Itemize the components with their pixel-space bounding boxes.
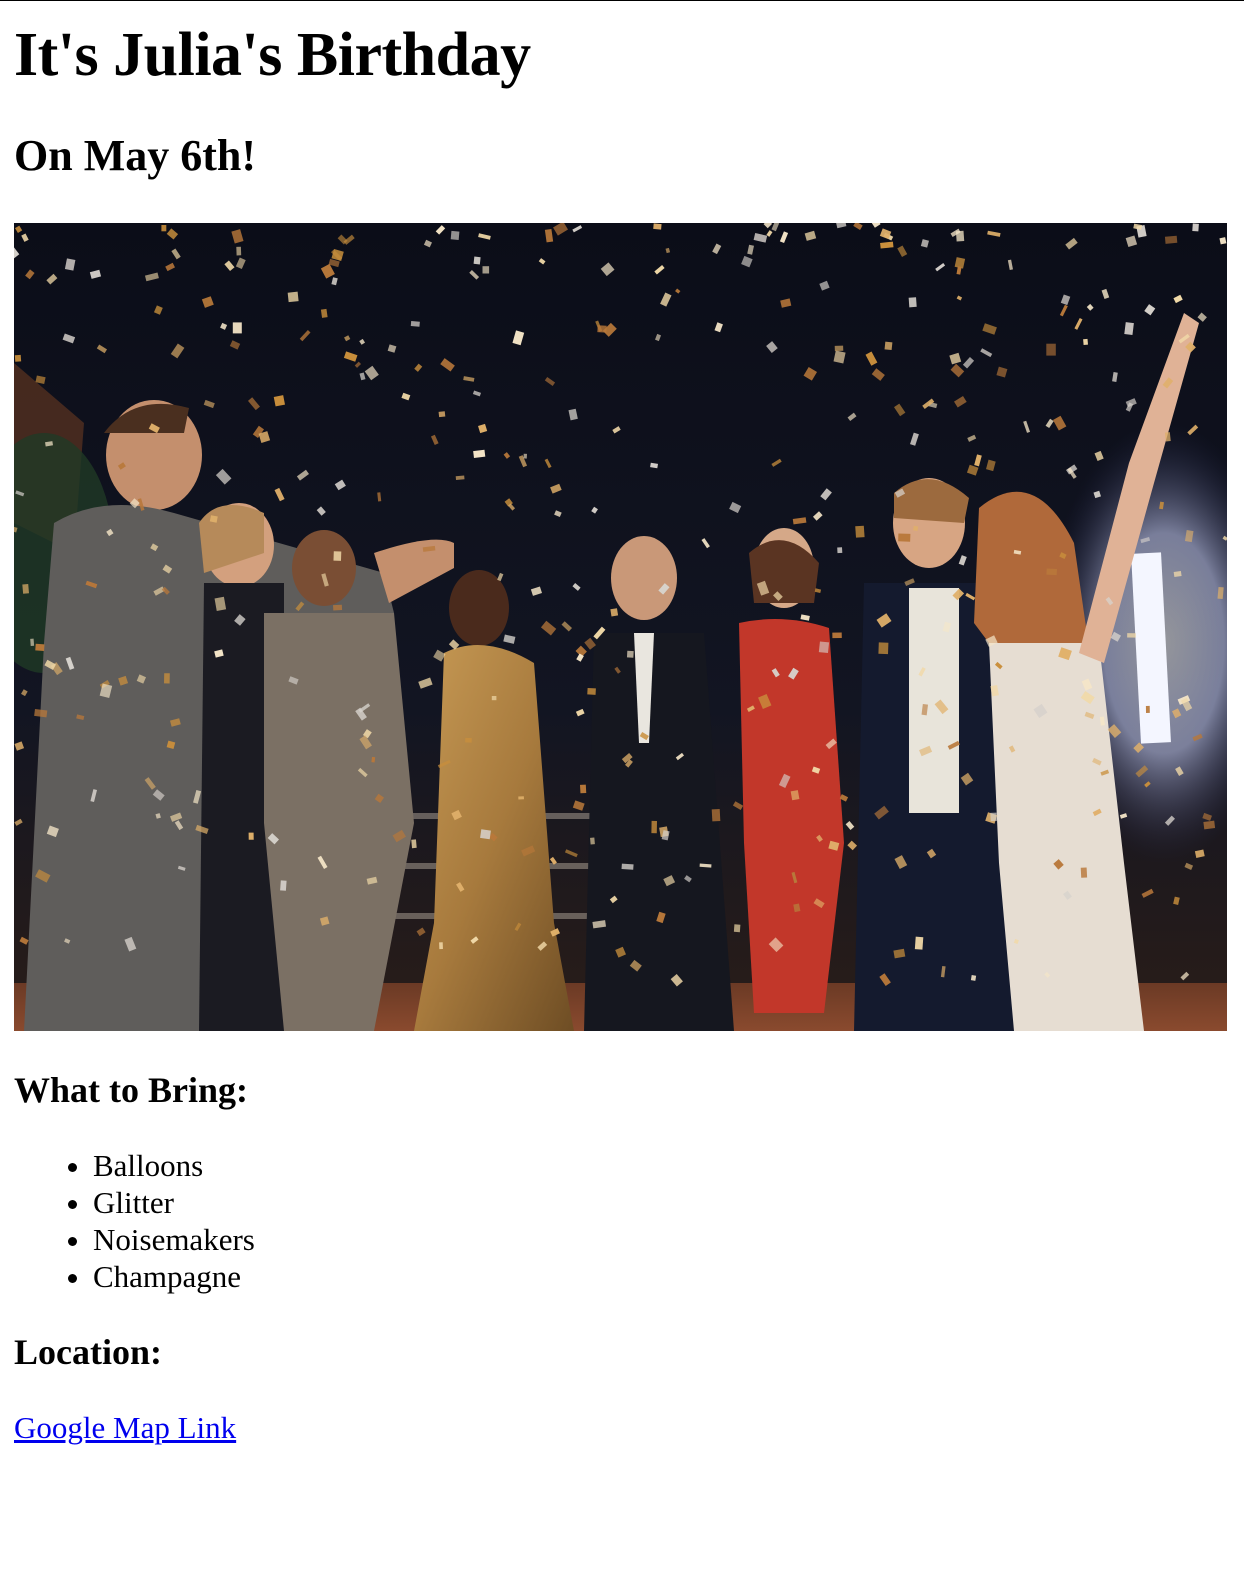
what-to-bring-heading: What to Bring:	[14, 1070, 248, 1110]
party-photo	[14, 223, 1227, 1031]
page-title: It's Julia's Birthday	[14, 21, 531, 89]
google-map-link[interactable]: Google Map Link	[14, 1410, 236, 1445]
page-content: It's Julia's Birthday On May 6th! What t…	[0, 19, 1244, 1446]
list-item: Balloons	[93, 1147, 1230, 1184]
event-date-heading: On May 6th!	[14, 131, 256, 180]
location-heading: Location:	[14, 1332, 162, 1372]
list-item: Noisemakers	[93, 1221, 1230, 1258]
bring-list: Balloons Glitter Noisemakers Champagne	[14, 1147, 1230, 1295]
list-item: Champagne	[93, 1258, 1230, 1295]
location-paragraph: Google Map Link	[14, 1409, 1230, 1446]
list-item: Glitter	[93, 1184, 1230, 1221]
